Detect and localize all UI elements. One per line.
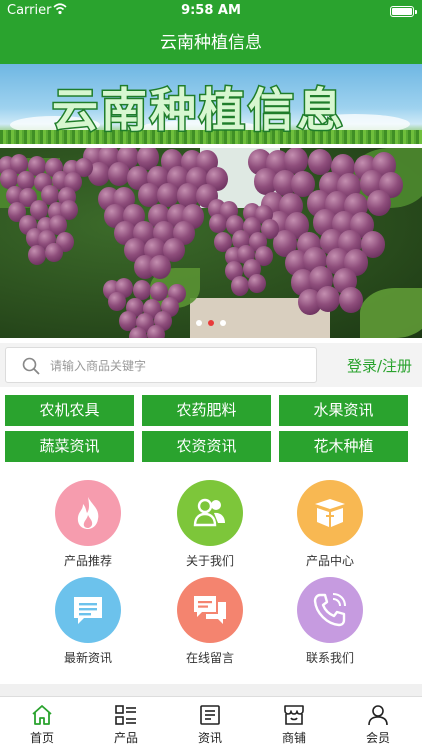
category-button[interactable]: 农药肥料 <box>142 395 271 426</box>
feature-circle <box>177 480 243 546</box>
user-icon <box>368 705 388 726</box>
feature-circle <box>55 577 121 643</box>
grape-berry <box>338 286 363 314</box>
feature-circle <box>55 480 121 546</box>
login-register-link[interactable]: 登录/注册 <box>347 355 412 376</box>
search-input[interactable] <box>50 354 300 378</box>
feature-product-center[interactable]: 产品中心 <box>270 480 390 569</box>
tab-member[interactable]: 会员 <box>336 703 420 746</box>
grape-berry <box>208 213 227 234</box>
feature-label: 在线留言 <box>185 651 234 665</box>
category-button[interactable]: 花木种植 <box>279 431 408 462</box>
grape-berry <box>27 244 46 265</box>
newspaper-icon <box>200 705 220 725</box>
grape-berry <box>148 255 171 280</box>
grape-berry <box>231 275 249 296</box>
category-button[interactable]: 蔬菜资讯 <box>5 431 134 462</box>
box-icon <box>315 499 345 527</box>
feature-circle <box>297 480 363 546</box>
carousel-indicator[interactable] <box>0 320 422 326</box>
feature-circle <box>177 577 243 643</box>
search-box[interactable] <box>5 347 317 383</box>
grape-berry <box>366 189 391 217</box>
tab-label: 资讯 <box>197 731 222 745</box>
tab-bar: 首页 产品 资讯 商铺 会员 <box>0 696 422 750</box>
tab-label: 会员 <box>365 731 390 745</box>
tab-label: 商铺 <box>281 731 306 745</box>
tab-news[interactable]: 资讯 <box>168 703 252 746</box>
search-row: 登录/注册 <box>0 343 422 387</box>
grape-berry <box>146 324 165 338</box>
grape-berry <box>315 285 340 313</box>
feature-circle <box>297 577 363 643</box>
image-carousel[interactable] <box>0 148 422 338</box>
search-icon <box>22 357 40 375</box>
grape-berry <box>45 242 63 263</box>
tab-shop[interactable]: 商铺 <box>252 703 336 746</box>
grape-berry <box>307 148 332 175</box>
feature-label: 关于我们 <box>185 554 234 568</box>
tab-label: 产品 <box>113 731 138 745</box>
grape-berry <box>108 291 127 312</box>
shop-icon <box>284 705 304 725</box>
grid-list-icon <box>115 705 136 725</box>
carousel-dot[interactable] <box>220 320 226 326</box>
feature-contact-us[interactable]: 联系我们 <box>270 577 390 666</box>
nav-title: 云南种植信息 <box>0 22 422 64</box>
clock: 9:58 AM <box>181 3 241 18</box>
home-icon <box>32 705 52 725</box>
flame-icon <box>77 497 99 529</box>
grape-berry <box>248 273 267 294</box>
feature-label: 产品中心 <box>305 554 354 568</box>
status-bar: Carrier 9:58 AM <box>0 0 422 22</box>
carousel-dot[interactable] <box>196 320 202 326</box>
message-icon <box>74 597 102 624</box>
feature-label: 联系我们 <box>305 651 354 665</box>
feature-label: 产品推荐 <box>63 554 112 568</box>
tab-products[interactable]: 产品 <box>84 703 168 746</box>
feature-about-us[interactable]: 关于我们 <box>150 480 270 569</box>
section-divider <box>0 684 422 696</box>
people-icon <box>193 498 225 527</box>
feature-product-recommend[interactable]: 产品推荐 <box>28 480 148 569</box>
phone-icon <box>313 593 346 627</box>
feature-online-message[interactable]: 在线留言 <box>150 577 270 666</box>
chat-bubbles-icon <box>194 596 226 624</box>
category-button[interactable]: 农机农具 <box>5 395 134 426</box>
category-button[interactable]: 水果资讯 <box>279 395 408 426</box>
grape-berry <box>132 279 151 300</box>
banner-image: 云南种植信息 <box>0 64 422 144</box>
category-button[interactable]: 农资资讯 <box>142 431 271 462</box>
tab-home[interactable]: 首页 <box>0 703 84 746</box>
feature-latest-news[interactable]: 最新资讯 <box>28 577 148 666</box>
carousel-dot[interactable] <box>208 320 214 326</box>
battery-icon <box>390 6 417 17</box>
feature-label: 最新资讯 <box>63 651 112 665</box>
banner-title: 云南种植信息 <box>51 82 346 139</box>
tab-label: 首页 <box>29 731 54 745</box>
